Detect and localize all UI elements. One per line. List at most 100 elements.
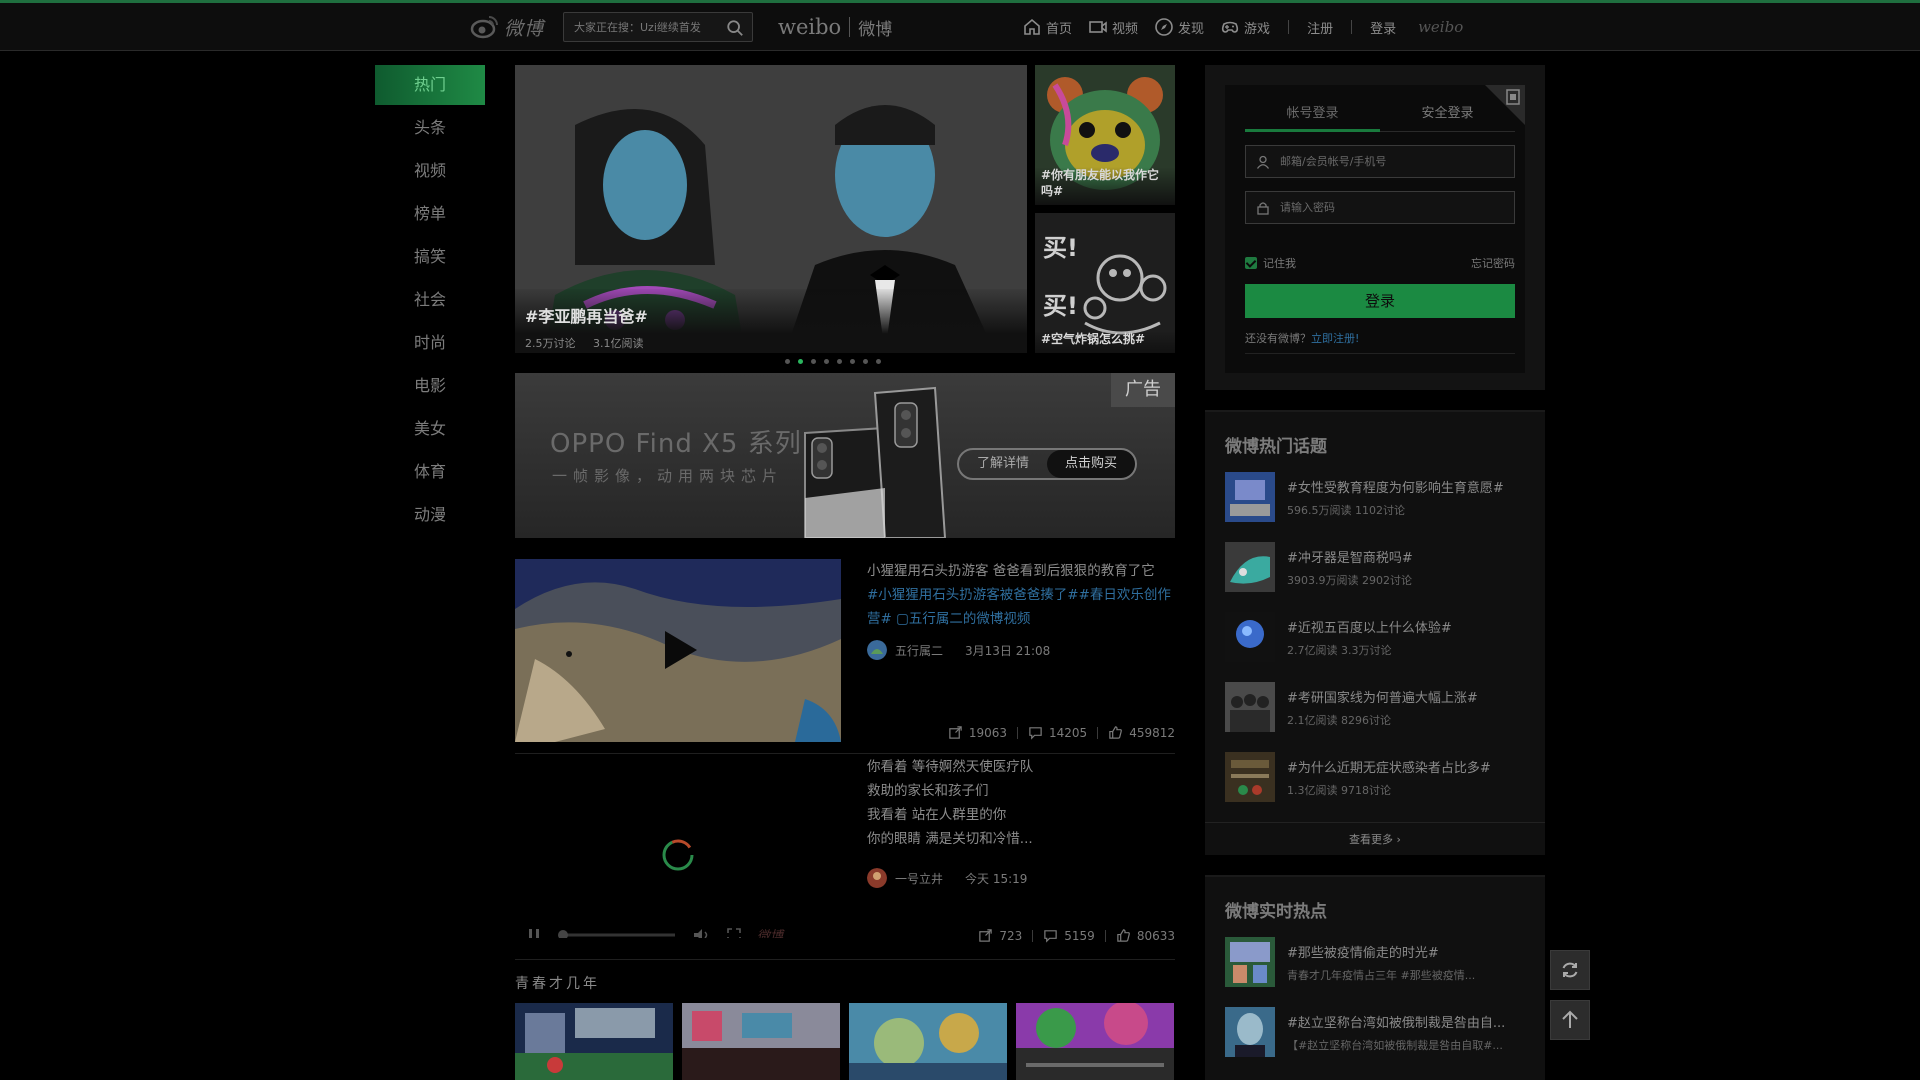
nav-games[interactable]: 游戏 [1220,17,1270,37]
play-icon[interactable] [653,625,703,675]
topic-title[interactable]: #为什么近期无症状感染者占比多# [1287,757,1535,776]
sidebar-item-fashion[interactable]: 时尚 [375,323,485,366]
sidebar-item-beauty[interactable]: 美女 [375,409,485,452]
password-input[interactable] [1280,192,1510,223]
topic-thumbnail [1225,612,1275,662]
register-link[interactable]: 注册 [1307,18,1333,37]
carousel-dots [785,359,881,364]
nav-home[interactable]: 首页 [1022,17,1072,37]
topic-title[interactable]: #女性受教育程度为何影响生育意愿# [1287,477,1535,496]
login-link[interactable]: 登录 [1370,18,1396,37]
tab-secure-login[interactable]: 安全登录 [1380,102,1515,132]
topic-title[interactable]: #近视五百度以上什么体验# [1287,617,1535,636]
hero-side-caption-1: #你有朋友能以我作它吗# [1035,167,1175,205]
feed-hashtags[interactable]: #小猩猩用石头扔游客被爸爸揍了##春日欢乐创作营# ▢五行属二的微博视频 [867,587,1171,627]
poem-line[interactable]: 你的眼睛 满是关切和冷惜... [867,827,1172,851]
hero-side-card-2[interactable]: 买! 买! #空气炸锅怎么挑# [1035,213,1175,353]
back-to-top-button[interactable] [1550,1000,1590,1040]
topic-item[interactable]: #冲牙器是智商税吗# 3903.9万阅读 2902讨论 [1225,542,1535,594]
progress-slider[interactable] [557,928,677,939]
stat-divider [1032,929,1034,942]
carousel-dot[interactable] [837,359,842,364]
video-tile[interactable] [1016,1003,1174,1080]
fullscreen-icon[interactable] [727,927,741,939]
video-thumbnail[interactable] [515,559,841,742]
search-icon[interactable] [726,19,744,37]
remember-me[interactable]: 记住我 [1245,255,1296,271]
avatar[interactable] [867,868,887,888]
video-tile[interactable] [515,1003,673,1080]
ad-learn-more-button[interactable]: 了解详情 [959,450,1047,478]
share-count[interactable]: 19063 [948,725,1007,740]
topic-title[interactable]: #考研国家线为何普遍大幅上涨# [1287,687,1535,706]
topic-title[interactable]: #那些被疫情偷走的时光# [1287,942,1535,961]
topic-thumbnail [1225,542,1275,592]
remember-checkbox[interactable] [1245,257,1257,269]
register-prompt: 还没有微博？立即注册! [1245,330,1359,346]
share-count[interactable]: 723 [978,928,1022,943]
see-more-link[interactable]: 查看更多 › [1205,822,1545,857]
nav-discover[interactable]: 发现 [1154,17,1204,37]
hero-side-card-1[interactable]: #你有朋友能以我作它吗# [1035,65,1175,205]
compass-icon [1155,18,1173,36]
topic-meta: 1.3亿阅读 9718讨论 [1287,784,1391,797]
topic-item[interactable]: #女性受教育程度为何影响生育意愿# 596.5万阅读 1102讨论 [1225,472,1535,524]
ad-buy-button[interactable]: 点击购买 [1047,450,1135,478]
forgot-password-link[interactable]: 忘记密码 [1471,255,1515,271]
hero-carousel-main[interactable]: #李亚鹏再当爸# 2.5万讨论 3.1亿阅读 [515,65,1027,353]
topic-item[interactable]: #为什么近期无症状感染者占比多# 1.3亿阅读 9718讨论 [1225,752,1535,804]
comment-count-value: 5159 [1064,928,1095,943]
volume-icon[interactable] [693,928,711,939]
sidebar-item-movies[interactable]: 电影 [375,366,485,409]
video-player[interactable]: 微博 [515,755,841,938]
topic-item[interactable]: #近视五百度以上什么体验# 2.7亿阅读 3.3万讨论 [1225,612,1535,664]
login-button[interactable]: 登录 [1245,284,1515,318]
carousel-dot[interactable] [785,359,790,364]
sidebar-item-sports[interactable]: 体育 [375,452,485,495]
nav-video[interactable]: 视频 [1088,17,1138,37]
topic-meta: 596.5万阅读 1102讨论 [1287,504,1405,517]
topic-title[interactable]: #冲牙器是智商税吗# [1287,547,1535,566]
sidebar-item-hot[interactable]: 热门 [375,65,485,105]
username-input[interactable] [1280,146,1510,177]
author-name[interactable]: 一号立井 [895,870,943,887]
sidebar-item-anime[interactable]: 动漫 [375,495,485,538]
player-watermark: 微博 [757,929,784,938]
topic-item[interactable]: #考研国家线为何普遍大幅上涨# 2.1亿阅读 8296讨论 [1225,682,1535,734]
carousel-dot[interactable] [850,359,855,364]
carousel-dot[interactable] [824,359,829,364]
topic-item[interactable]: #赵立坚称台湾如被俄制裁是咎由自... 【#赵立坚称台湾如被俄制裁是咎由自取#.… [1225,1007,1535,1059]
comment-count[interactable]: 14205 [1028,725,1087,740]
sidebar-item-headlines[interactable]: 头条 [375,108,485,151]
carousel-dot[interactable] [863,359,868,364]
search-input[interactable] [564,13,722,41]
brand-wordmark: weibo 微博 [778,14,892,40]
weibo-logo[interactable]: 微博 [470,12,544,42]
ad-banner[interactable]: OPPO Find X5 系列 一帧影像，动用两块芯片 了解详情 点击购买 广告 [515,373,1175,538]
topic-item[interactable]: #那些被疫情偷走的时光# 青春才几年疫情占三年 #那些被疫情... [1225,937,1535,989]
tab-account-login[interactable]: 帐号登录 [1245,102,1380,132]
section-title[interactable]: 青春才几年 [515,973,600,993]
sidebar-item-society[interactable]: 社会 [375,280,485,323]
topic-title[interactable]: #赵立坚称台湾如被俄制裁是咎由自... [1287,1012,1535,1031]
sidebar-item-rankings[interactable]: 榜单 [375,194,485,237]
carousel-dot[interactable] [876,359,881,364]
brand-divider [849,17,851,37]
like-count[interactable]: 459812 [1108,725,1175,740]
like-count[interactable]: 80633 [1116,928,1175,943]
video-tile[interactable] [682,1003,840,1080]
feed-stats-2: 723 5159 80633 [978,928,1175,943]
hero-title[interactable]: #李亚鹏再当爸# [525,303,1017,327]
comment-count[interactable]: 5159 [1043,928,1095,943]
avatar[interactable] [867,640,887,660]
carousel-dot-active[interactable] [798,359,803,364]
author-name[interactable]: 五行属二 [895,642,943,659]
sidebar-item-funny[interactable]: 搞笑 [375,237,485,280]
video-icon [1089,21,1107,33]
register-now-link[interactable]: 立即注册! [1311,332,1359,345]
video-tile[interactable] [849,1003,1007,1080]
pause-icon[interactable] [527,928,541,939]
carousel-dot[interactable] [811,359,816,364]
sidebar-item-video[interactable]: 视频 [375,151,485,194]
refresh-button[interactable] [1550,950,1590,990]
